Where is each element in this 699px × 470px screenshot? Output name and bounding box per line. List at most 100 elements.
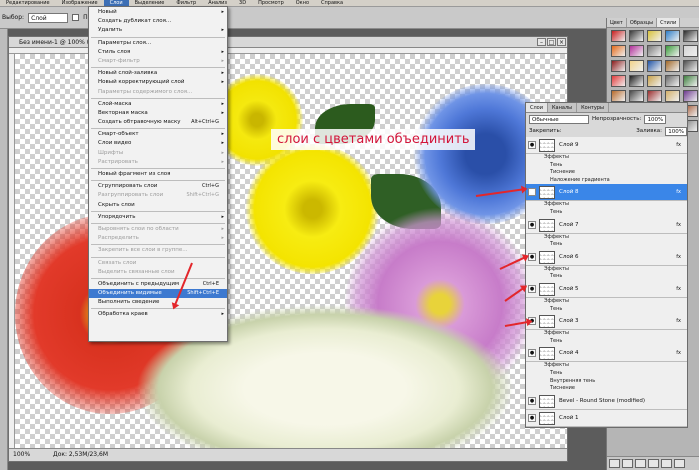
layer-menu-item[interactable]: Стиль слоя ▸ — [89, 48, 227, 57]
style-swatch[interactable] — [647, 60, 662, 72]
style-swatch[interactable] — [629, 75, 644, 87]
layer-menu-item[interactable]: Выполнить сведение — [89, 298, 227, 307]
style-swatch[interactable] — [665, 45, 680, 57]
style-swatch[interactable] — [683, 75, 698, 87]
style-swatch[interactable] — [683, 45, 698, 57]
fx-icon[interactable]: fx — [676, 184, 681, 201]
layer-thumbnail[interactable] — [539, 139, 555, 152]
layer-row[interactable]: ● Слой 9 fx — [526, 137, 687, 154]
layer-menu-item[interactable]: Векторная маска ▸ — [89, 109, 227, 118]
show-checkbox[interactable] — [72, 14, 80, 21]
style-swatch[interactable] — [647, 90, 662, 102]
paths-icon[interactable] — [661, 459, 672, 468]
layer-thumbnail[interactable] — [539, 315, 555, 329]
layer-name[interactable]: Bevel - Round Stone (modified) — [559, 393, 645, 410]
layer-menu-item[interactable]: Объединить с предыдущим Ctrl+E — [89, 280, 227, 289]
layer-menu-item[interactable]: Создать дубликат слоя... — [89, 17, 227, 26]
layer-name[interactable]: Слой 1 — [559, 410, 579, 427]
layer-effect-row[interactable]: Тиснение — [526, 385, 687, 393]
layers-tab-2[interactable]: Контуры — [577, 103, 609, 112]
blend-mode-select[interactable]: Обычные — [529, 114, 589, 124]
fx-icon[interactable]: fx — [676, 313, 681, 330]
layer-effect-row[interactable]: Эффекты — [526, 298, 687, 306]
close-icon[interactable]: × — [557, 38, 566, 46]
layer-effect-row[interactable]: Эффекты — [526, 154, 687, 162]
opacity-input[interactable]: 100% — [644, 114, 667, 124]
fx-icon[interactable]: fx — [676, 345, 681, 362]
layer-thumbnail[interactable] — [539, 282, 555, 296]
style-swatch[interactable] — [665, 90, 680, 102]
layer-menu-item[interactable]: Объединить видимые Shift+Ctrl+E — [89, 289, 227, 299]
menu-item-8[interactable]: Окно — [290, 0, 315, 6]
style-swatch[interactable] — [611, 90, 626, 102]
style-swatch[interactable] — [629, 90, 644, 102]
fx-icon[interactable]: fx — [676, 281, 681, 298]
style-swatch[interactable] — [647, 30, 662, 42]
layer-menu-item[interactable]: Новый слой-заливка ▸ — [89, 69, 227, 78]
layers-tab-1[interactable]: Каналы — [548, 103, 578, 112]
layer-row[interactable]: ● Слой 7 fx — [526, 217, 687, 234]
layer-row[interactable]: ● Слой 6 fx — [526, 249, 687, 266]
style-swatch[interactable] — [647, 45, 662, 57]
layer-effect-row[interactable]: Эффекты — [526, 201, 687, 209]
layer-effect-row[interactable]: Внутренняя тень — [526, 378, 687, 386]
tool-strip[interactable] — [0, 29, 8, 470]
layer-effect-row[interactable]: Тень — [526, 209, 687, 217]
layer-menu-item[interactable]: Новый корректирующий слой ▸ — [89, 78, 227, 87]
info-icon[interactable] — [674, 459, 685, 468]
layer-row[interactable]: ● Слой 4 fx — [526, 345, 687, 363]
eye-icon[interactable]: ● — [528, 220, 536, 229]
style-swatch[interactable] — [629, 60, 644, 72]
layer-thumbnail[interactable] — [539, 394, 555, 408]
layer-thumbnail[interactable] — [539, 411, 555, 425]
eye-icon[interactable]: ● — [528, 141, 536, 149]
layer-name[interactable]: Слой 7 — [559, 217, 579, 234]
style-swatch[interactable] — [611, 75, 626, 87]
style-swatch[interactable] — [629, 45, 644, 57]
layer-menu-item[interactable]: Параметры слоя... — [89, 39, 227, 48]
layers-icon[interactable] — [635, 459, 646, 468]
brush-icon[interactable] — [622, 459, 633, 468]
menu-item-7[interactable]: Просмотр — [252, 0, 290, 6]
style-swatch[interactable] — [629, 30, 644, 42]
eye-icon[interactable]: ● — [528, 349, 536, 358]
layer-menu-item[interactable]: Обработка краев ▸ — [89, 310, 227, 319]
style-swatch[interactable] — [611, 45, 626, 57]
maximize-icon[interactable]: □ — [547, 38, 556, 46]
eye-icon[interactable]: ● — [528, 413, 536, 422]
layer-effect-row[interactable]: Тиснение — [526, 169, 687, 177]
layer-menu-item[interactable]: Удалить ▸ — [89, 26, 227, 35]
style-swatch[interactable] — [665, 75, 680, 87]
menu-item-9[interactable]: Справка — [315, 0, 349, 6]
layer-name[interactable]: Слой 5 — [559, 281, 579, 298]
eye-icon[interactable]: ● — [528, 396, 536, 405]
style-swatch[interactable] — [683, 60, 698, 72]
layer-row[interactable]: ● Слой 5 fx — [526, 281, 687, 298]
layer-name[interactable]: Слой 8 — [559, 184, 579, 201]
layer-effect-row[interactable]: Тень — [526, 370, 687, 378]
layer-name[interactable]: Слой 3 — [559, 313, 579, 330]
minimize-icon[interactable]: – — [537, 38, 546, 46]
fx-icon[interactable]: fx — [676, 249, 681, 266]
layer-thumbnail[interactable] — [539, 186, 555, 200]
layer-menu-item[interactable]: Слои видео ▸ — [89, 139, 227, 148]
layer-effect-row[interactable]: Тень — [526, 162, 687, 170]
fill-input[interactable]: 100% — [665, 126, 687, 136]
layer-menu-item[interactable]: Новый фрагмент из слоя — [89, 170, 227, 179]
styles-tab-2[interactable]: Стили — [657, 18, 681, 27]
layer-effect-row[interactable]: Эффекты — [526, 266, 687, 274]
layer-effect-row[interactable]: Эффекты — [526, 362, 687, 370]
layer-name[interactable]: Слой 6 — [559, 249, 579, 266]
styles-tab-0[interactable]: Цвет — [607, 18, 627, 27]
layer-menu-item[interactable]: Упорядочить ▸ — [89, 213, 227, 222]
style-swatch[interactable] — [683, 30, 698, 42]
layer-thumbnail[interactable] — [539, 218, 555, 232]
layer-row[interactable]: ● Слой 1 — [526, 410, 687, 427]
zoom-value[interactable]: 100% — [13, 449, 35, 461]
layer-row[interactable]: ● Слой 8 fx — [526, 184, 687, 202]
layer-effect-row[interactable]: Эффекты — [526, 330, 687, 338]
history-icon[interactable] — [609, 459, 620, 468]
layer-row[interactable]: ●Слой 3fx — [526, 313, 687, 331]
layer-effect-row[interactable]: Тень — [526, 273, 687, 281]
layer-effect-row[interactable]: Тень — [526, 241, 687, 249]
